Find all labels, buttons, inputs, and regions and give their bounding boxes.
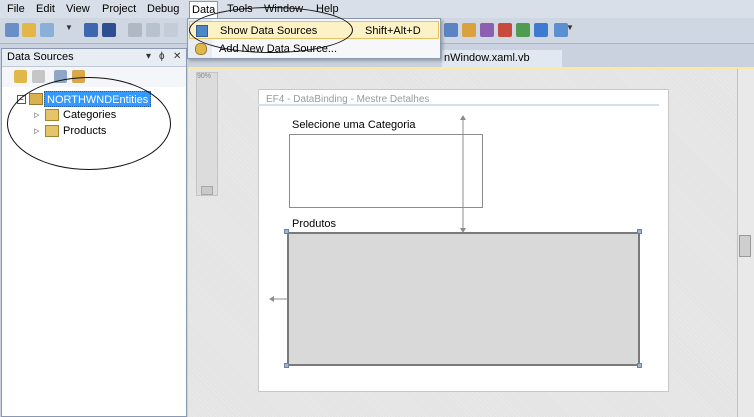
menu-edit[interactable]: Edit [34, 2, 57, 17]
resize-handle[interactable] [284, 363, 289, 368]
cut-icon[interactable] [128, 23, 142, 37]
resize-handle[interactable] [637, 229, 642, 234]
products-label: Produtos [292, 218, 337, 230]
window-position-icon[interactable]: ▾ [146, 51, 151, 62]
toolbar-options-icon[interactable]: ▼ [566, 23, 574, 37]
products-datagrid[interactable] [287, 232, 640, 366]
menu-file[interactable]: File [5, 2, 27, 17]
scrollbar-thumb[interactable] [739, 235, 751, 257]
new-project-icon[interactable] [5, 23, 19, 37]
title-bar-line [258, 104, 659, 106]
close-icon[interactable]: ✕ [173, 51, 181, 62]
start-page-icon[interactable] [534, 23, 548, 37]
menu-view[interactable]: View [64, 2, 92, 17]
resize-handle[interactable] [284, 229, 289, 234]
row-splitter-arrow [460, 115, 466, 233]
highlight-ellipse [7, 77, 171, 170]
add-item-icon[interactable] [40, 23, 54, 37]
add-data-source-icon[interactable] [14, 70, 27, 83]
highlight-ellipse [189, 7, 353, 53]
panel-title: Data Sources [7, 51, 74, 63]
edit-dataset-icon[interactable] [32, 70, 45, 83]
object-browser-icon[interactable] [516, 23, 530, 37]
chevron-down-icon[interactable]: ▼ [65, 23, 73, 37]
database-icon [195, 43, 207, 55]
copy-icon[interactable] [146, 23, 160, 37]
pin-icon[interactable]: ɸ [159, 51, 165, 62]
menu-item-shortcut: Shift+Alt+D [365, 25, 421, 37]
menu-bar: File Edit View Project Debug Data Tools … [0, 0, 754, 18]
solution-explorer-icon[interactable] [462, 23, 476, 37]
left-margin-arrow [269, 296, 287, 302]
menu-debug[interactable]: Debug [145, 2, 181, 17]
category-listbox[interactable] [289, 134, 483, 208]
resize-handle[interactable] [637, 363, 642, 368]
save-icon[interactable] [84, 23, 98, 37]
open-file-icon[interactable] [22, 23, 36, 37]
toolbox-icon[interactable] [498, 23, 512, 37]
save-all-icon[interactable] [102, 23, 116, 37]
menu-project[interactable]: Project [100, 2, 138, 17]
panel-header: Data Sources ▾ ɸ ✕ [2, 49, 186, 67]
zoom-slider[interactable] [196, 72, 218, 196]
fit-to-window-icon[interactable] [201, 186, 213, 195]
paste-icon[interactable] [164, 23, 178, 37]
zoom-level: 90% [197, 73, 212, 80]
find-icon[interactable] [444, 23, 458, 37]
tab-mainwindow-code[interactable]: nWindow.xaml.vb [442, 50, 562, 68]
properties-icon[interactable] [480, 23, 494, 37]
category-label: Selecione uma Categoria [292, 119, 416, 131]
